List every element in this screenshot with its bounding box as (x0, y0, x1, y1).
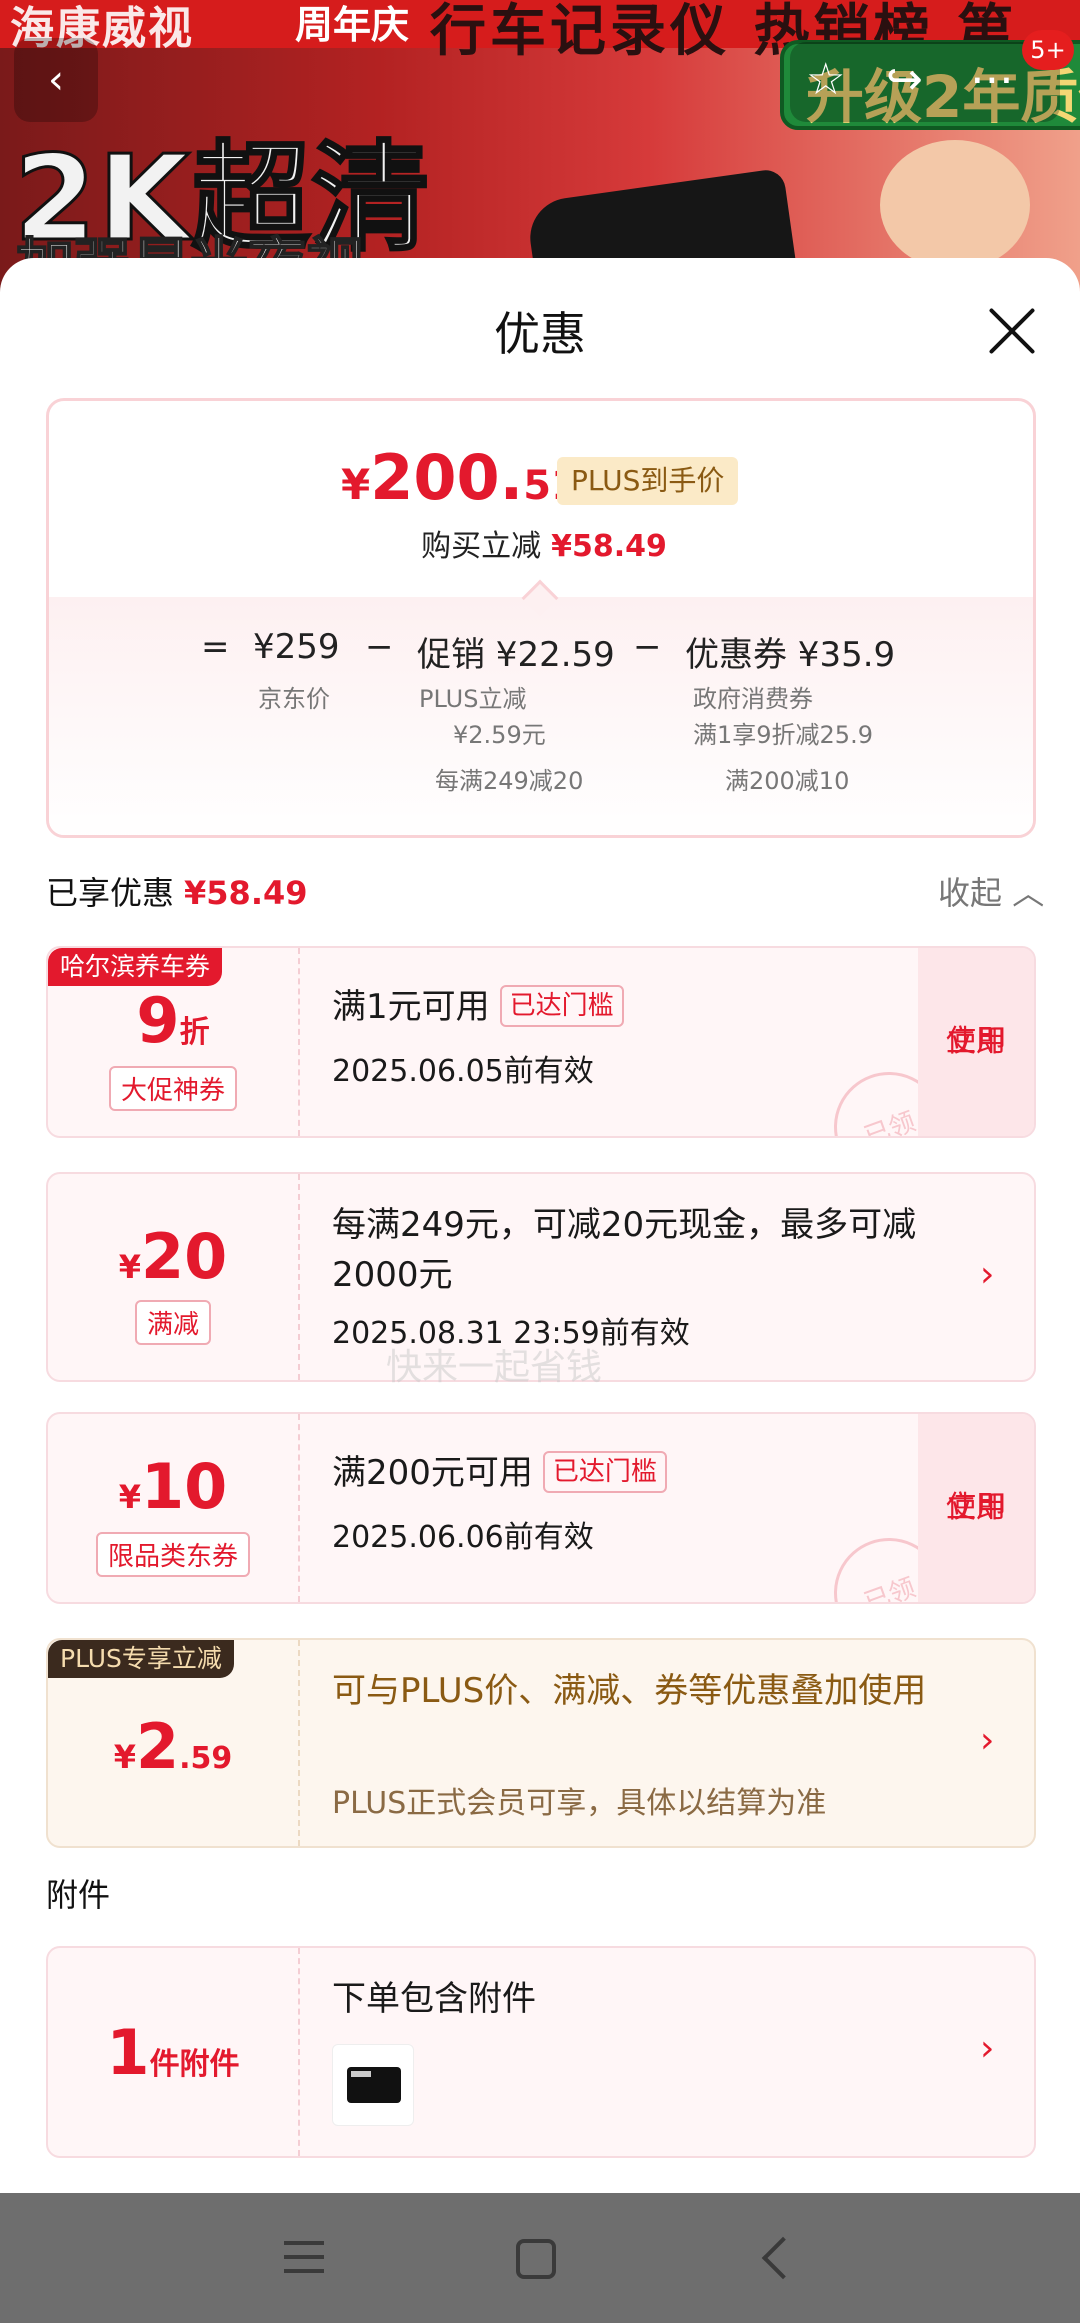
coupon-title: 满1元可用 已达门槛 (332, 982, 972, 1032)
top-action-group: ☆ ↪ ⋯ (790, 42, 1060, 122)
enjoyed-amount: ¥58.49 (184, 874, 308, 912)
coupon-note-gov: 政府消费券 (693, 685, 813, 713)
use-now-line2: 使用 (946, 1490, 1006, 1525)
enjoyed-label: 已享优惠 (46, 874, 175, 912)
plus-title: 可与PLUS价、满减、券等优惠叠加使用 (332, 1671, 927, 1711)
promo-amount: 促销 ¥22.59 (417, 635, 615, 675)
plus-amount: ¥2.59 (48, 1710, 298, 1783)
chevron-right-icon[interactable]: › (980, 1720, 994, 1761)
coupon-amount-value: 9 (136, 984, 180, 1057)
chevron-up-icon: ︿ (1002, 874, 1045, 912)
threshold-reached-badge: 已达门槛 (542, 1451, 667, 1493)
back-button[interactable]: ‹ (14, 38, 98, 122)
accessory-divider (298, 1948, 300, 2156)
coupon-divider (298, 1414, 300, 1602)
coupon-note-discount: 满1享9折减25.9 (693, 721, 873, 749)
jd-price-label: 京东价 (258, 685, 330, 713)
coupon-title-text: 满1元可用 (332, 987, 490, 1027)
coupon-divider (298, 948, 300, 1136)
coupon-amount: ¥20 (48, 1220, 298, 1293)
close-icon[interactable] (986, 306, 1036, 356)
coupon-card-category[interactable]: ¥10 限品类东券 满200元可用 已达门槛 2025.06.06前有效 已领 立… (46, 1412, 1036, 1604)
coupon-title: 满200元可用 已达门槛 (332, 1448, 972, 1498)
coupon-kind: 限品类东券 (48, 1532, 298, 1577)
accessory-count-unit: 件附件 (149, 2047, 240, 2082)
coupon-amount: 优惠券 ¥35.9 (685, 635, 896, 675)
coupon-currency: ¥ (118, 1478, 141, 1516)
coupon-amount-value: 20 (140, 1220, 228, 1293)
jd-price: ¥259 (253, 627, 340, 667)
coupon-divider (298, 1640, 300, 1846)
recent-apps-icon[interactable] (274, 2229, 334, 2289)
star-icon[interactable]: ☆ (806, 54, 845, 105)
coupon-expire: 2025.06.05前有效 (332, 1054, 594, 1089)
coupon-amount-value: 10 (140, 1450, 228, 1523)
use-now-line2: 使用 (946, 1024, 1006, 1059)
threshold-reached-badge: 已达门槛 (499, 985, 624, 1027)
plus-price-tag: PLUS到手价 (557, 457, 739, 505)
promo-note-plus: PLUS立减 (419, 685, 527, 713)
collapse-label: 收起 (938, 874, 1003, 912)
reduction-amount: ¥58.49 (551, 529, 667, 564)
plus-amount-value: 2 (135, 1710, 180, 1783)
notification-count-badge: 5+ (1022, 30, 1074, 70)
coupon-note-full-reduce: 满200减10 (725, 767, 850, 795)
final-price-currency: ¥ (341, 460, 371, 509)
coupon-kind: 满减 (48, 1300, 298, 1345)
price-summary-card: ¥200.51 PLUS到手价 购买立减 ¥58.49 = ¥259 京东价 − … (46, 398, 1036, 838)
promo-note-full-reduce: 每满249减20 (435, 767, 584, 795)
coupon-title: 每满249元，可减20元现金，最多可减2000元 (332, 1205, 917, 1295)
accessory-count-value: 1 (106, 2016, 150, 2089)
sheet-title: 优惠 (494, 307, 586, 361)
enjoyed-discount-header: 已享优惠 ¥58.49 (46, 868, 308, 914)
accessory-section-title: 附件 (46, 1876, 111, 1914)
more-icon[interactable]: ⋯ (970, 54, 1014, 105)
equals-sign: = (201, 627, 230, 667)
coupon-kind: 大促神券 (48, 1066, 298, 1111)
coupon-card-discount[interactable]: 哈尔滨养车券 9折 大促神券 满1元可用 已达门槛 2025.06.05前有效 已… (46, 946, 1036, 1138)
coupon-kind-label: 大促神券 (108, 1066, 237, 1111)
plus-note: PLUS正式会员可享，具体以结算为准 (332, 1786, 827, 1821)
coupon-title-text: 满200元可用 (332, 1453, 533, 1493)
coupon-kind-label: 限品类东券 (95, 1532, 250, 1577)
share-icon[interactable]: ↪ (886, 54, 923, 105)
minus-sign-2: − (633, 627, 662, 667)
memory-card-thumbnail[interactable] (332, 2044, 414, 2126)
promo-note-amount: ¥2.59元 (453, 721, 546, 749)
home-icon[interactable] (516, 2239, 556, 2279)
back-nav-icon[interactable] (748, 2229, 808, 2289)
accessory-count: 1件附件 (48, 2016, 298, 2089)
coupon-amount: ¥10 (48, 1450, 298, 1523)
coupon-amount: 9折 (48, 984, 298, 1057)
discount-sheet: 优惠 ¥200.51 PLUS到手价 购买立减 ¥58.49 = ¥259 京东价… (0, 258, 1080, 2193)
minus-sign-1: − (365, 627, 394, 667)
plus-reduction-card[interactable]: PLUS专享立减 ¥2.59 可与PLUS价、满减、券等优惠叠加使用 PLUS正… (46, 1638, 1036, 1848)
coupon-corner-tag: 哈尔滨养车券 (48, 948, 223, 986)
product-banner: 海康威视 周年庆 行车记录仪 热销榜 第 2K超清 加强星光夜视 升级2年质保 … (0, 0, 1080, 300)
chevron-right-icon[interactable]: › (980, 2028, 994, 2069)
banner-anniversary: 周年庆 (295, 3, 410, 47)
plus-corner-tag: PLUS专享立减 (48, 1640, 234, 1678)
accessory-title: 下单包含附件 (332, 1979, 536, 2019)
memory-card-icon (347, 2067, 401, 2103)
coupon-currency: ¥ (118, 1248, 141, 1286)
plus-currency: ¥ (113, 1738, 136, 1776)
collapse-toggle[interactable]: 收起 ︿ (938, 868, 1044, 914)
watermark-text: 快来一起省钱 (386, 1347, 603, 1388)
coupon-kind-label: 满减 (134, 1300, 211, 1345)
chevron-right-icon[interactable]: › (980, 1254, 994, 1295)
reduction-label: 购买立减 (421, 529, 542, 564)
use-now-button[interactable]: 立即 使用 (918, 948, 1034, 1136)
system-nav-bar (0, 2193, 1080, 2323)
coupon-expire: 2025.06.06前有效 (332, 1520, 594, 1555)
purchase-reduction: 购买立减 ¥58.49 (49, 521, 1033, 565)
final-price-integer: 200. (370, 441, 524, 514)
plus-amount-decimal: .59 (179, 1741, 233, 1776)
mascot-image (880, 140, 1030, 270)
use-now-button[interactable]: 立即 使用 (918, 1414, 1034, 1602)
coupon-amount-unit: 折 (179, 1015, 210, 1050)
accessory-card[interactable]: 1件附件 下单包含附件 › (46, 1946, 1036, 2158)
final-price: ¥200.51 (341, 441, 579, 514)
coupon-divider (298, 1174, 300, 1380)
